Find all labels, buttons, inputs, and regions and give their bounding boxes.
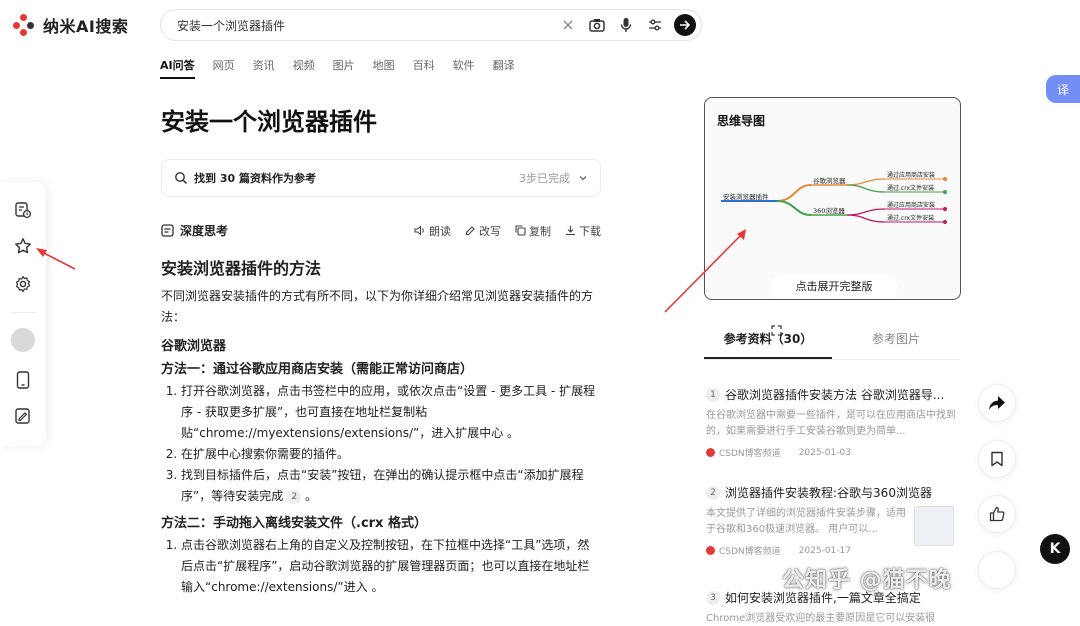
annotation-arrows: [36, 229, 746, 313]
